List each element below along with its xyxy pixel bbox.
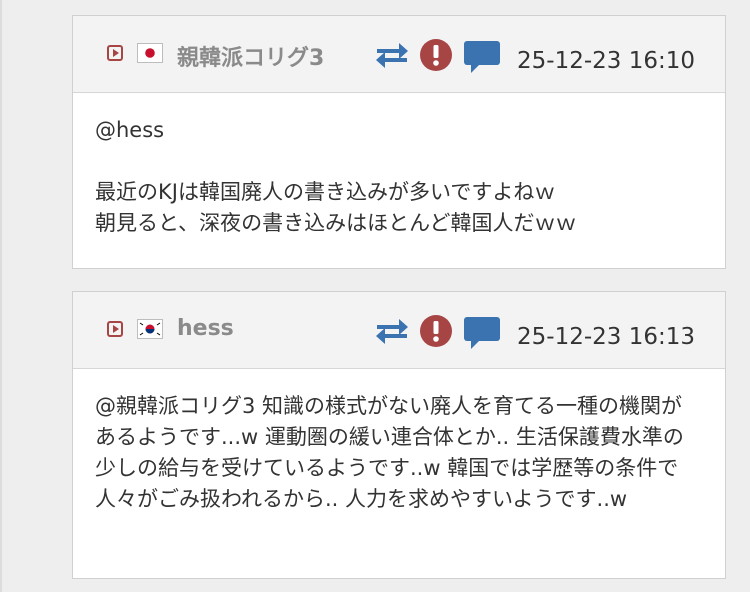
comment-post: 親韓派コリグ3 25-12-23 16:10 @hess 最近のKJは韓国廃人の… bbox=[72, 15, 726, 269]
translate-arrows-icon[interactable] bbox=[375, 316, 409, 350]
post-body: @hess 最近のKJは韓国廃人の書き込みが多いですよねｗ 朝見ると、深夜の書き… bbox=[95, 118, 577, 235]
username[interactable]: 親韓派コリグ3 bbox=[177, 40, 324, 72]
report-exclamation-icon[interactable] bbox=[419, 314, 453, 352]
comment-icon[interactable] bbox=[463, 40, 501, 78]
post-body: @親韓派コリグ3 知識の様式がない廃人を育てる一種の機関があるようです...w … bbox=[95, 394, 684, 511]
left-border bbox=[0, 0, 2, 592]
report-exclamation-icon[interactable] bbox=[419, 38, 453, 76]
translate-arrows-icon[interactable] bbox=[375, 40, 409, 74]
japan-flag-icon bbox=[137, 43, 163, 63]
post-timestamp: 25-12-23 16:10 bbox=[517, 48, 695, 74]
comment-icon[interactable] bbox=[463, 316, 501, 354]
comment-post: hess 25-12-23 16:13 @親韓派コリグ3 知識の様式がない廃人を… bbox=[72, 291, 726, 579]
korea-flag-icon bbox=[137, 319, 163, 339]
username[interactable]: hess bbox=[177, 316, 234, 341]
play-icon[interactable] bbox=[107, 45, 123, 61]
post-header: 親韓派コリグ3 25-12-23 16:10 bbox=[73, 16, 725, 93]
play-icon[interactable] bbox=[107, 321, 123, 337]
post-timestamp: 25-12-23 16:13 bbox=[517, 324, 695, 350]
post-header: hess 25-12-23 16:13 bbox=[73, 292, 725, 369]
